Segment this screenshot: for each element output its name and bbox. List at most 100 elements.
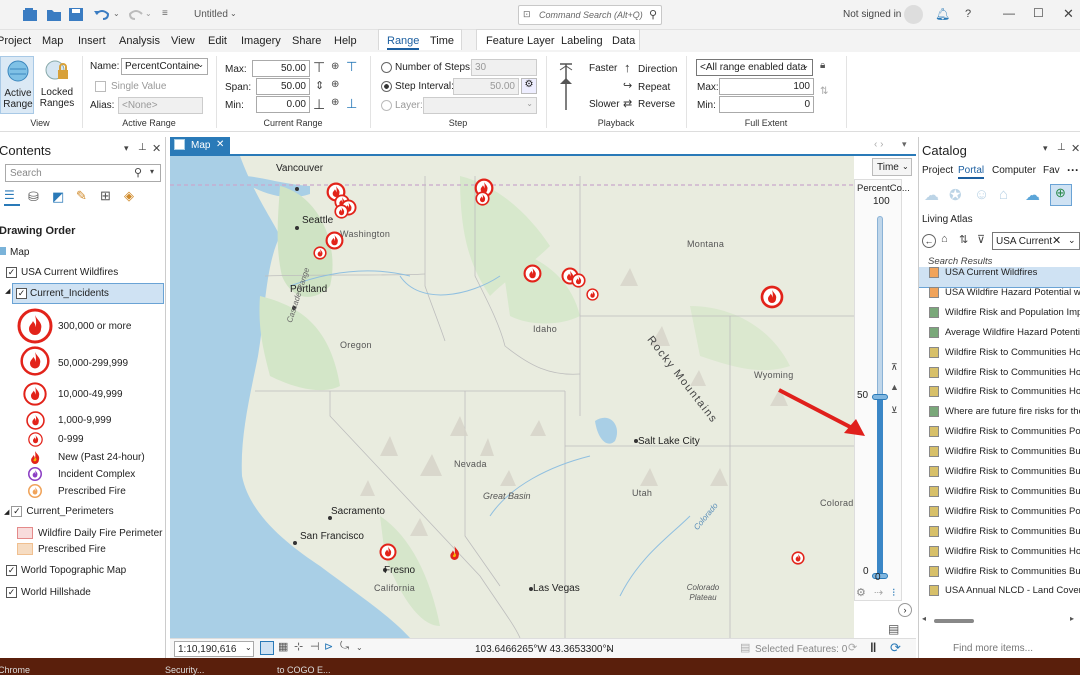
save-icon[interactable] <box>68 7 84 22</box>
catalog-result-item[interactable]: Wildfire Risk to Communities Bu <box>919 485 1080 506</box>
taskbar-item-cogo[interactable]: to COGO E... <box>277 665 331 675</box>
tab-project[interactable]: Project <box>922 165 953 176</box>
min-input[interactable]: 0.00 <box>256 96 310 113</box>
scale-dropdown[interactable]: 1:10,190,616 ⌄ <box>174 641 254 657</box>
range-lock-icon[interactable]: ⇢ <box>874 586 883 599</box>
step-up-icon[interactable]: ⊼ <box>891 362 898 373</box>
fire-incident-marker[interactable] <box>585 287 599 301</box>
toc-layer-hillshade[interactable]: ✓ World Hillshade <box>6 587 91 598</box>
snapping-icon[interactable]: ⊹ <box>294 640 303 653</box>
fire-incident-marker[interactable] <box>760 285 784 309</box>
constraints-icon[interactable]: ⊣ <box>310 640 320 653</box>
maximize-icon[interactable]: ☐ <box>1033 6 1044 20</box>
refresh-disabled-icon[interactable]: ⟳ <box>848 641 857 654</box>
scrollbar-thumb[interactable] <box>934 619 974 623</box>
tab-data[interactable]: Data <box>612 35 635 47</box>
pin-icon[interactable]: ⊥ <box>138 142 147 153</box>
tab-insert[interactable]: Insert <box>78 35 106 47</box>
repeat-button[interactable]: Repeat <box>638 82 670 93</box>
catalog-result-item[interactable]: Wildfire Risk to Communities Po <box>919 426 1080 446</box>
tab-imagery[interactable]: Imagery <box>241 35 281 47</box>
catalog-result-item[interactable]: Wildfire Risk to Communities Ho <box>919 366 1080 387</box>
open-folder-icon[interactable] <box>46 7 62 22</box>
layer-radio[interactable] <box>381 100 392 111</box>
scroll-left-icon[interactable]: ◂ <box>922 614 926 623</box>
tab-view[interactable]: View <box>171 35 195 47</box>
direction-button[interactable]: Direction <box>638 64 677 75</box>
tab-list-icon[interactable]: ▾ <box>902 139 907 150</box>
pause-drawing-icon[interactable]: ‖ <box>870 640 876 655</box>
pin-icon[interactable]: ⊥ <box>1057 142 1066 153</box>
set-max-icon[interactable]: ⊤ <box>313 59 325 76</box>
tab-feature-layer[interactable]: Feature Layer <box>486 35 554 47</box>
alias-field[interactable]: <None> <box>118 97 203 114</box>
catalog-result-item[interactable]: Wildfire Risk to Communities Po <box>919 505 1080 526</box>
my-content-icon[interactable]: ☁ <box>924 186 939 204</box>
layer-checkbox[interactable]: ✓ <box>11 506 23 517</box>
list-by-snapping-icon[interactable]: ⊞ <box>100 188 111 204</box>
tab-favorites[interactable]: Fav <box>1043 165 1060 176</box>
single-value-checkbox[interactable] <box>95 81 106 92</box>
coordinates-dropdown-icon[interactable]: ⌄ <box>605 644 612 653</box>
direction-icon[interactable]: ↑ <box>624 60 631 75</box>
play-icon[interactable]: ▲ <box>890 382 899 392</box>
range-options-icon[interactable]: ⁝ <box>892 586 896 599</box>
extent-swap-icon[interactable]: ⇅ <box>820 86 828 97</box>
undo-icon[interactable] <box>93 7 113 22</box>
close-pane-icon[interactable]: ✕ <box>152 142 161 155</box>
fire-incident-marker[interactable] <box>313 246 327 260</box>
catalog-result-item[interactable]: Wildfire Risk to Communities Ho <box>919 346 1080 367</box>
groups-icon[interactable]: ☺ <box>974 186 989 203</box>
fire-incident-marker[interactable] <box>333 203 349 219</box>
tab-portal[interactable]: Portal <box>958 165 985 179</box>
list-by-editing-icon[interactable]: ✎ <box>76 188 87 204</box>
reverse-icon[interactable]: ⇄ <box>623 97 632 110</box>
full-extent-dropdown[interactable]: <All range enabled data ⌄ <box>696 59 813 76</box>
catalog-result-item[interactable]: Where are future fire risks for the <box>919 406 1080 426</box>
search-dropdown-icon[interactable]: ▾ <box>150 167 154 176</box>
map-tab[interactable]: Map ✕ <box>170 137 230 154</box>
minimize-icon[interactable]: — <box>1003 6 1015 20</box>
lock-max-icon[interactable]: ⊕ <box>331 61 339 72</box>
customize-qat-icon[interactable]: ≡ <box>162 8 168 19</box>
close-pane-icon[interactable]: ✕ <box>1071 142 1080 155</box>
reverse-button[interactable]: Reverse <box>638 99 675 110</box>
step-down-icon[interactable]: ⊻ <box>891 405 898 416</box>
layer-dropdown[interactable]: ⌄ <box>423 97 537 114</box>
span-icon[interactable]: ⇕ <box>315 79 324 92</box>
help-icon[interactable]: ? <box>965 8 971 20</box>
redo-dropdown-icon[interactable]: ⌄ <box>145 9 152 18</box>
catalog-result-item[interactable]: Wildfire Risk and Population Imp <box>919 306 1080 327</box>
search-dropdown-icon[interactable]: ⌄ <box>1068 235 1076 246</box>
lock-min-icon[interactable]: ⊕ <box>331 97 339 108</box>
undo-dropdown-icon[interactable]: ⌄ <box>113 9 120 18</box>
layer-checkbox[interactable]: ✓ <box>6 587 17 598</box>
repeat-icon[interactable]: ↪ <box>623 79 632 92</box>
active-range-button[interactable]: Active Range <box>0 56 34 114</box>
collapse-icon[interactable]: ◢ <box>5 287 10 295</box>
catalog-result-item[interactable]: USA Annual NLCD - Land Cover c <box>919 585 1080 605</box>
tab-labeling[interactable]: Labeling <box>561 35 603 47</box>
collapse-icon[interactable]: ◢ <box>4 509 9 516</box>
catalog-result-item[interactable]: USA Current Wildfires <box>919 267 1080 288</box>
locked-ranges-button[interactable]: Locked Ranges <box>38 56 76 114</box>
map-canvas[interactable]: Vancouver Seattle Washington Portland Or… <box>170 156 854 638</box>
span-input[interactable]: 50.00 <box>256 78 310 95</box>
pin-max-icon[interactable]: ⊤ <box>346 59 357 75</box>
taskbar-item-chrome[interactable]: Chrome <box>0 665 30 675</box>
time-toggle-button[interactable]: Time ⌄ <box>872 158 912 176</box>
lock-extent-icon[interactable]: 🔒︎ <box>820 60 825 71</box>
user-avatar[interactable] <box>904 5 923 24</box>
playback-speed-slider[interactable] <box>556 62 582 110</box>
scroll-right-icon[interactable]: ▸ <box>1070 614 1074 623</box>
tools-dropdown-icon[interactable]: ⌄ <box>356 643 363 652</box>
grid-icon[interactable]: ▦ <box>278 640 288 653</box>
arcgis-online-icon[interactable]: ☁ <box>1025 186 1040 204</box>
toc-layer-wildfires[interactable]: ✓ USA Current Wildfires <box>6 267 118 278</box>
pane-options-icon[interactable]: ▾ <box>124 143 129 154</box>
tab-share[interactable]: Share <box>292 35 321 47</box>
home-icon[interactable]: ⌂ <box>941 233 948 245</box>
step-interval-input[interactable]: 50.00 <box>453 78 519 95</box>
layer-checkbox[interactable]: ✓ <box>16 288 27 299</box>
range-settings-icon[interactable]: ⚙ <box>856 586 866 599</box>
